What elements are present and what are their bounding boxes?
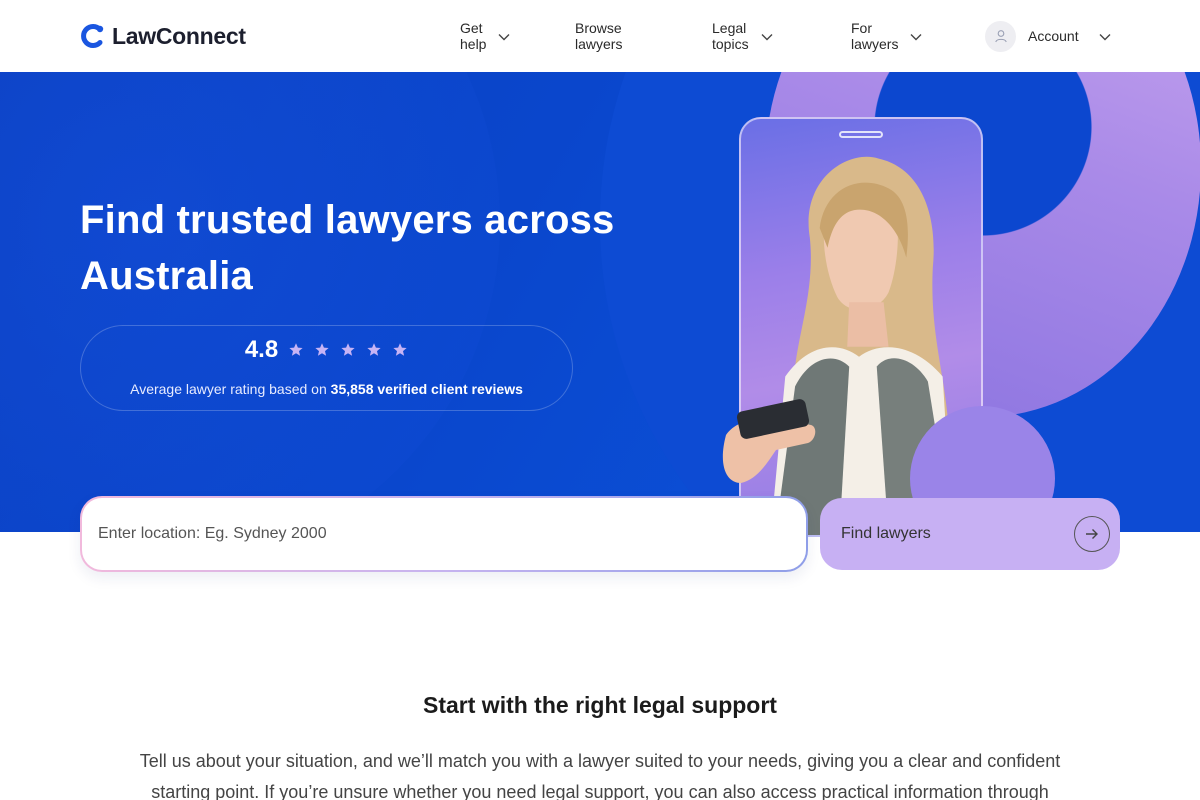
nav-get-help-label: Get help <box>460 20 487 52</box>
nav-for-lawyers[interactable]: For lawyers <box>851 20 922 52</box>
chevron-down-icon <box>761 28 773 44</box>
location-search-box <box>82 498 806 570</box>
rating-stars <box>288 342 408 358</box>
star-icon <box>315 343 329 356</box>
nav-browse-lawyers[interactable]: Browse lawyers <box>575 20 622 52</box>
chevron-down-icon <box>910 28 922 44</box>
rating-review-count: 35,858 verified client reviews <box>330 381 523 397</box>
find-lawyers-button[interactable]: Find lawyers <box>820 498 1120 570</box>
lawconnect-logo[interactable]: LawConnect <box>80 22 246 50</box>
nav-account-label: Account <box>1028 28 1079 44</box>
logo-icon <box>80 23 106 49</box>
nav-legal-topics[interactable]: Legal topics <box>712 20 773 52</box>
rating-score: 4.8 <box>244 336 279 363</box>
logo-text: LawConnect <box>112 22 246 49</box>
star-icon <box>367 343 381 356</box>
site-header: LawConnect Get help Browse lawyers Legal… <box>0 0 1200 72</box>
section-body: Tell us about your situation, and we’ll … <box>139 751 1061 800</box>
star-icon <box>289 343 303 356</box>
chevron-down-icon <box>498 28 510 44</box>
arrow-right-icon <box>1074 516 1110 552</box>
nav-get-help[interactable]: Get help <box>460 20 510 52</box>
find-lawyers-label: Find lawyers <box>841 525 931 542</box>
nav-account[interactable]: Account <box>985 20 1111 52</box>
phone-in-hand-image <box>722 399 816 483</box>
rating-top: 4.8 <box>81 336 572 364</box>
section-title: Start with the right legal support <box>423 692 777 718</box>
nav-for-lawyers-label: For lawyers <box>851 20 899 52</box>
nav-legal-topics-label: Legal topics <box>712 20 749 52</box>
rating-badge: 4.8 Average lawyer rating based on 35,85… <box>80 325 573 411</box>
rating-subtext-prefix: Average lawyer rating based on <box>130 381 331 397</box>
nav-browse-lawyers-label: Browse lawyers <box>575 20 623 52</box>
location-search-wrapper <box>80 496 808 572</box>
rating-subtext: Average lawyer rating based on 35,858 ve… <box>81 381 572 397</box>
star-icon <box>341 343 355 356</box>
user-icon <box>994 30 1007 43</box>
location-search-input[interactable] <box>98 525 806 543</box>
hero-title: Find trusted lawyers across Australia <box>80 198 615 298</box>
chevron-down-icon <box>1099 28 1111 44</box>
star-icon <box>393 343 407 356</box>
avatar <box>985 20 1016 52</box>
